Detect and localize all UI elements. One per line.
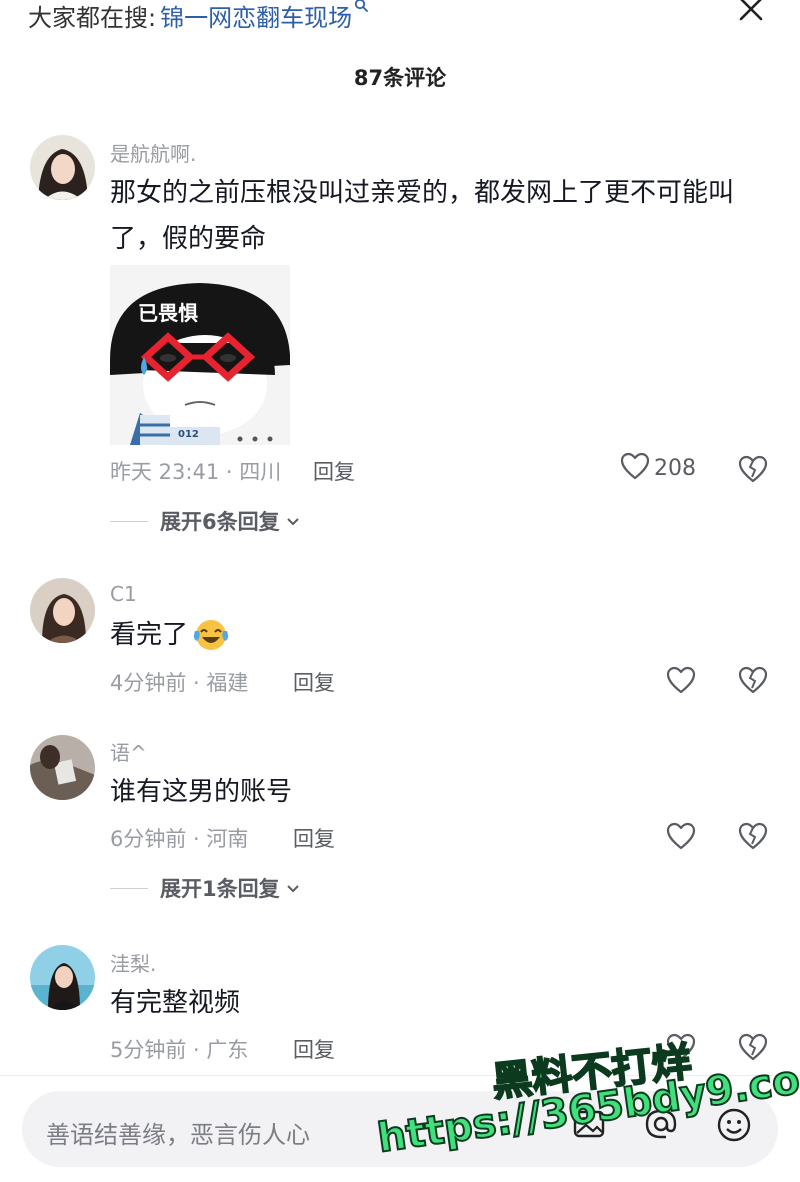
- comment-item: 洼梨. 有完整视频 5分钟前 · 广东 回复: [0, 0, 800, 1075]
- comment-username[interactable]: 洼梨.: [110, 948, 156, 977]
- sticker-caption: 已畏惧: [138, 301, 198, 325]
- reply-button[interactable]: 回复: [293, 1034, 335, 1064]
- dislike-button[interactable]: [738, 1033, 768, 1065]
- comment-input-placeholder: 善语结善缘，恶言伤人心: [46, 1121, 310, 1149]
- comment-time-location: 5分钟前 · 广东: [110, 1038, 249, 1062]
- comment-text: 有完整视频: [110, 988, 241, 1018]
- avatar[interactable]: [30, 945, 95, 1010]
